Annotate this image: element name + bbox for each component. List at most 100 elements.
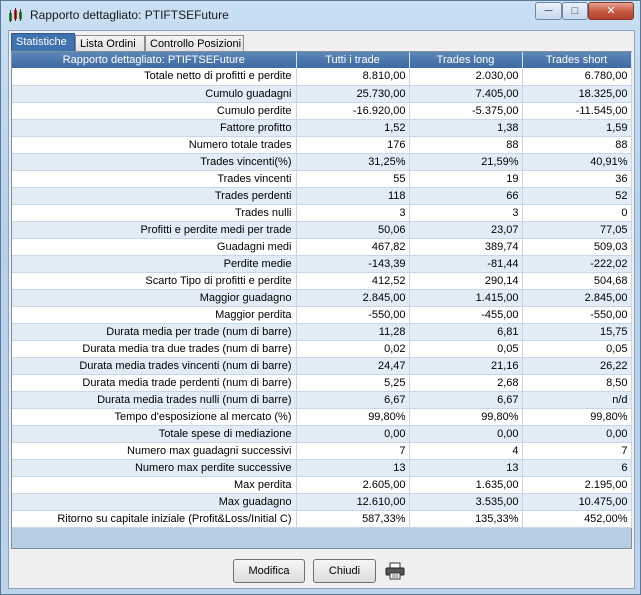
column-header-short-trades[interactable]: Trades short xyxy=(522,52,632,68)
title-bar[interactable]: Rapporto dettagliato: PTIFTSEFuture ─ □ … xyxy=(1,1,640,29)
table-row[interactable]: Trades vincenti(%) 31,25% 21,59% 40,91% xyxy=(12,153,632,171)
table-row[interactable]: Durata media trades nulli (num di barre)… xyxy=(12,391,632,409)
close-button[interactable]: ✕ xyxy=(588,2,634,20)
cell-long-trades: 0,05 xyxy=(409,340,523,358)
cell-long-trades: 21,16 xyxy=(409,357,523,375)
cell-all-trades: 1,52 xyxy=(296,119,410,137)
cell-all-trades: 2.845,00 xyxy=(296,289,410,307)
table-row[interactable]: Totale spese di mediazione 0,00 0,00 0,00 xyxy=(12,425,632,443)
minimize-button[interactable]: ─ xyxy=(535,2,562,20)
table-row[interactable]: Maggior guadagno 2.845,00 1.415,00 2.845,00 xyxy=(12,289,632,307)
table-row[interactable]: Guadagni medi 467,82 389,74 509,03 xyxy=(12,238,632,256)
cell-metric: Durata media trades vincenti (num di bar… xyxy=(12,357,297,375)
tab-lista-ordini[interactable]: Lista Ordini xyxy=(75,35,145,51)
cell-all-trades: -550,00 xyxy=(296,306,410,324)
cell-short-trades: 36 xyxy=(522,170,632,188)
cell-long-trades: -5.375,00 xyxy=(409,102,523,120)
table-row[interactable]: Trades perdenti 118 66 52 xyxy=(12,187,632,205)
cell-all-trades: 8.810,00 xyxy=(296,68,410,86)
cell-metric: Max guadagno xyxy=(12,493,297,511)
cell-short-trades: 26,22 xyxy=(522,357,632,375)
cell-long-trades: 19 xyxy=(409,170,523,188)
cell-metric: Trades vincenti(%) xyxy=(12,153,297,171)
cell-long-trades: 135,33% xyxy=(409,510,523,528)
cell-long-trades: 2,68 xyxy=(409,374,523,392)
cell-short-trades: 77,05 xyxy=(522,221,632,239)
tab-controllo-posizioni[interactable]: Controllo Posizioni xyxy=(145,35,244,51)
cell-metric: Durata media trades nulli (num di barre) xyxy=(12,391,297,409)
table-row[interactable]: Cumulo guadagni 25.730,00 7.405,00 18.325,0… xyxy=(12,85,632,103)
table-row[interactable]: Cumulo perdite -16.920,00 -5.375,00 -11.545… xyxy=(12,102,632,120)
table-row[interactable]: Trades vincenti 55 19 36 xyxy=(12,170,632,188)
cell-short-trades: 18.325,00 xyxy=(522,85,632,103)
cell-all-trades: 7 xyxy=(296,442,410,460)
cell-long-trades: 0,00 xyxy=(409,425,523,443)
column-header-long-trades[interactable]: Trades long xyxy=(409,52,523,68)
cell-metric: Trades perdenti xyxy=(12,187,297,205)
table-row[interactable]: Perdite medie -143,39 -81,44 -222,02 xyxy=(12,255,632,273)
cell-long-trades: 4 xyxy=(409,442,523,460)
cell-metric: Cumulo guadagni xyxy=(12,85,297,103)
tab-statistiche[interactable]: Statistiche xyxy=(11,33,75,52)
column-header-metric[interactable]: Rapporto dettagliato: PTIFTSEFuture xyxy=(12,52,297,68)
cell-metric: Durata media trade perdenti (num di barr… xyxy=(12,374,297,392)
cell-all-trades: 118 xyxy=(296,187,410,205)
cell-long-trades: 6,81 xyxy=(409,323,523,341)
cell-all-trades: 3 xyxy=(296,204,410,222)
cell-short-trades: 2.845,00 xyxy=(522,289,632,307)
table-row[interactable]: Durata media trades vincenti (num di bar… xyxy=(12,357,632,375)
maximize-button[interactable]: □ xyxy=(562,2,588,20)
cell-metric: Perdite medie xyxy=(12,255,297,273)
modifica-button[interactable]: Modifica xyxy=(233,559,305,583)
cell-all-trades: 176 xyxy=(296,136,410,154)
table-row[interactable]: Numero totale trades 176 88 88 xyxy=(12,136,632,154)
table-row[interactable]: Tempo d'esposizione al mercato (%) 99,80%… xyxy=(12,408,632,426)
table-row[interactable]: Max perdita 2.605,00 1.635,00 2.195,00 xyxy=(12,476,632,494)
cell-short-trades: -222,02 xyxy=(522,255,632,273)
cell-metric: Durata media tra due trades (num di barr… xyxy=(12,340,297,358)
table-row[interactable]: Max guadagno 12.610,00 3.535,00 10.475,00 xyxy=(12,493,632,511)
cell-short-trades: 0,00 xyxy=(522,425,632,443)
cell-metric: Scarto Tipo di profitti e perdite xyxy=(12,272,297,290)
cell-long-trades: 1,38 xyxy=(409,119,523,137)
cell-long-trades: 23,07 xyxy=(409,221,523,239)
table-row[interactable]: Scarto Tipo di profitti e perdite 412,52 2… xyxy=(12,272,632,290)
column-header-all-trades[interactable]: Tutti i trade xyxy=(296,52,410,68)
table-row[interactable]: Durata media trade perdenti (num di barr… xyxy=(12,374,632,392)
cell-all-trades: 11,28 xyxy=(296,323,410,341)
table-row[interactable]: Ritorno su capitale iniziale (Profit&Los… xyxy=(12,510,632,528)
cell-metric: Ritorno su capitale iniziale (Profit&Los… xyxy=(12,510,297,528)
button-row: Modifica Chiudi xyxy=(9,559,634,585)
table-row[interactable]: Totale netto di profitti e perdite 8.810,… xyxy=(12,68,632,86)
printer-icon[interactable] xyxy=(385,562,405,580)
cell-short-trades: 504,68 xyxy=(522,272,632,290)
cell-metric: Max perdita xyxy=(12,476,297,494)
cell-metric: Numero totale trades xyxy=(12,136,297,154)
table-header-row: Rapporto dettagliato: PTIFTSEFuture Tutt… xyxy=(12,52,632,68)
cell-metric: Totale netto di profitti e perdite xyxy=(12,68,297,86)
table-row[interactable]: Fattore profitto 1,52 1,38 1,59 xyxy=(12,119,632,137)
chiudi-button[interactable]: Chiudi xyxy=(313,559,376,583)
cell-long-trades: 21,59% xyxy=(409,153,523,171)
cell-short-trades: 15,75 xyxy=(522,323,632,341)
cell-short-trades: 52 xyxy=(522,187,632,205)
cell-all-trades: 50,06 xyxy=(296,221,410,239)
table-row[interactable]: Numero max perdite successive 13 13 6 xyxy=(12,459,632,477)
cell-all-trades: 55 xyxy=(296,170,410,188)
cell-all-trades: 25.730,00 xyxy=(296,85,410,103)
cell-long-trades: 66 xyxy=(409,187,523,205)
cell-all-trades: 587,33% xyxy=(296,510,410,528)
table-row[interactable]: Numero max guadagni successivi 7 4 7 xyxy=(12,442,632,460)
table-row[interactable]: Durata media per trade (num di barre) 11,… xyxy=(12,323,632,341)
report-window: Rapporto dettagliato: PTIFTSEFuture ─ □ … xyxy=(0,0,641,595)
cell-all-trades: 31,25% xyxy=(296,153,410,171)
table-row[interactable]: Durata media tra due trades (num di barr… xyxy=(12,340,632,358)
client-area: Statistiche Lista Ordini Controllo Posiz… xyxy=(8,30,635,589)
table-row[interactable]: Profitti e perdite medi per trade 50,06 23… xyxy=(12,221,632,239)
cell-short-trades: 6.780,00 xyxy=(522,68,632,86)
table-row[interactable]: Trades nulli 3 3 0 xyxy=(12,204,632,222)
cell-all-trades: 12.610,00 xyxy=(296,493,410,511)
cell-short-trades: 8,50 xyxy=(522,374,632,392)
table-row[interactable]: Maggior perdita -550,00 -455,00 -550,00 xyxy=(12,306,632,324)
window-title: Rapporto dettagliato: PTIFTSEFuture xyxy=(30,8,229,22)
